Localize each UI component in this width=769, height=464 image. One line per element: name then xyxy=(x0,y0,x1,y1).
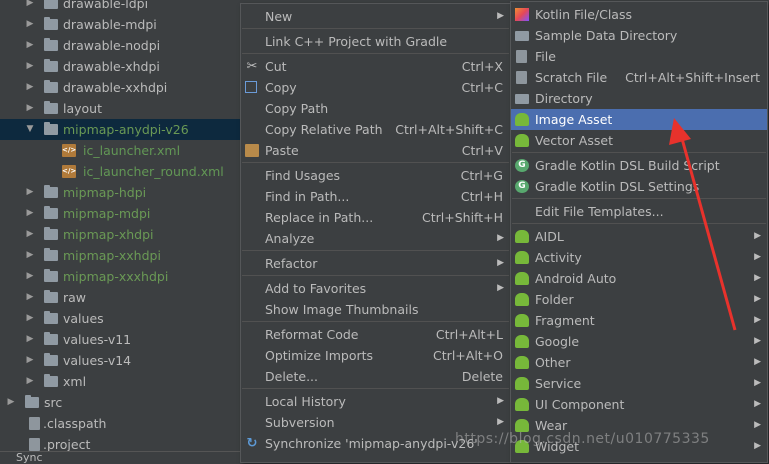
arrow-head xyxy=(669,118,691,145)
arrow-shaft xyxy=(679,134,737,331)
red-annotation-arrow xyxy=(669,118,737,331)
